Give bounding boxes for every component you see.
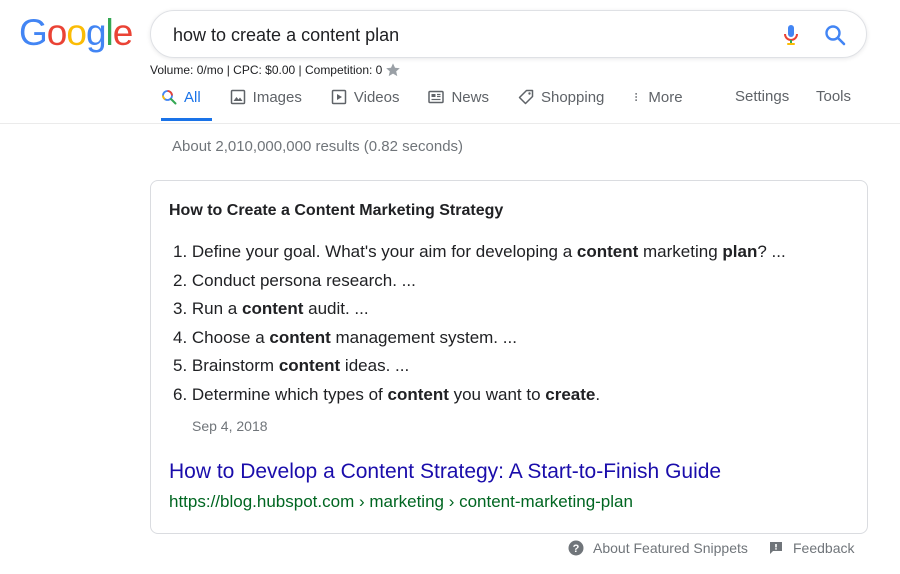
news-icon — [428, 90, 445, 104]
featured-snippet: How to Create a Content Marketing Strate… — [150, 180, 868, 534]
tab-all[interactable]: All — [161, 85, 212, 121]
list-item-text: you want to — [448, 384, 546, 404]
list-item-text: ideas. ... — [340, 356, 410, 375]
tab-news[interactable]: News — [428, 85, 489, 109]
keyword-stats-text: Volume: 0/mo | CPC: $0.00 | Competition:… — [150, 63, 383, 77]
help-icon: ? — [568, 540, 584, 556]
list-item-text: management system. ... — [330, 327, 517, 347]
list-item: 5. Brainstorm content ideas. ... — [173, 354, 786, 383]
list-item: 6. Determine which types of content you … — [173, 383, 786, 412]
logo-letter: o — [66, 12, 87, 53]
feedback-link[interactable]: Feedback — [768, 540, 854, 556]
snippet-date: Sep 4, 2018 — [192, 418, 268, 434]
list-item-text: 5. Brainstorm — [173, 356, 279, 375]
logo-letter: g — [85, 12, 107, 53]
tab-label: Shopping — [540, 88, 605, 106]
list-item: 1. Define your goal. What's your aim for… — [173, 240, 786, 269]
about-featured-snippets-link[interactable]: ? About Featured Snippets — [568, 540, 748, 556]
logo-letter: e — [112, 12, 134, 53]
more-vertical-icon — [635, 93, 638, 101]
list-item-text: 4. Choose a — [173, 327, 270, 347]
snippet-title: How to Create a Content Marketing Strate… — [169, 202, 504, 219]
feedback-label: Feedback — [793, 540, 855, 556]
list-item-text: . — [595, 384, 601, 404]
highlighted-term: content — [278, 356, 341, 375]
result-url[interactable]: https://blog.hubspot.com › marketing › c… — [169, 492, 633, 512]
list-item: 3. Run a content audit. ... — [173, 297, 786, 326]
tab-label: News — [451, 88, 489, 106]
highlighted-term: content — [242, 299, 304, 318]
snippet-list: 1. Define your goal. What's your aim for… — [173, 240, 786, 411]
list-item-text: marketing — [638, 242, 723, 261]
image-icon — [230, 89, 245, 105]
feedback-icon — [770, 542, 782, 554]
result-title-link[interactable]: How to Develop a Content Strategy: A Sta… — [169, 460, 721, 484]
mic-icon[interactable] — [779, 23, 803, 47]
video-icon — [331, 89, 347, 105]
logo-letter: l — [105, 12, 114, 53]
svg-text:?: ? — [573, 543, 580, 555]
list-item-text: audit. ... — [303, 299, 369, 318]
logo-letter: G — [19, 12, 48, 53]
tab-shopping[interactable]: Shopping — [518, 85, 604, 109]
search-icon[interactable] — [823, 23, 847, 47]
highlighted-term: content — [269, 327, 331, 347]
list-item-text: ? ... — [757, 242, 786, 261]
tab-label: Images — [252, 88, 302, 106]
list-item: 2. Conduct persona research. ... — [173, 269, 786, 298]
tools-link[interactable]: Tools — [816, 85, 851, 109]
list-item-text: 2. Conduct persona research. ... — [173, 270, 416, 290]
highlighted-term: content — [576, 242, 639, 261]
header-divider — [0, 123, 900, 124]
google-search-page: Google Volume: 0/mo | CPC: $0.00 | Compe… — [0, 0, 900, 574]
highlighted-term: plan — [722, 242, 758, 261]
search-icon — [162, 90, 177, 105]
search-tabs: All Images Videos News Shopping More — [161, 85, 712, 123]
tab-label: More — [648, 88, 683, 106]
keyword-stats: Volume: 0/mo | CPC: $0.00 | Competition:… — [150, 62, 401, 78]
logo-letter: o — [46, 12, 68, 53]
highlighted-term: content — [387, 384, 449, 404]
list-item-text: 6. Determine which types of — [173, 384, 388, 404]
settings-link[interactable]: Settings — [735, 85, 789, 109]
about-featured-snippets-label: About Featured Snippets — [593, 540, 748, 556]
search-input[interactable] — [173, 23, 753, 47]
tab-more[interactable]: More — [633, 85, 683, 109]
star-icon[interactable] — [385, 62, 401, 78]
list-item-text: 3. Run a — [173, 299, 242, 318]
tag-icon — [518, 89, 534, 105]
google-logo[interactable]: Google — [19, 12, 134, 55]
tab-videos[interactable]: Videos — [331, 85, 400, 109]
tab-images[interactable]: Images — [230, 85, 302, 109]
tab-label: Videos — [353, 88, 400, 106]
list-item: 4. Choose a content management system. .… — [173, 326, 786, 355]
highlighted-term: create — [545, 384, 596, 404]
result-stats: About 2,010,000,000 results (0.82 second… — [172, 138, 464, 155]
list-item-text: 1. Define your goal. What's your aim for… — [173, 242, 577, 261]
tab-label: All — [184, 88, 201, 106]
search-box[interactable] — [150, 10, 867, 58]
